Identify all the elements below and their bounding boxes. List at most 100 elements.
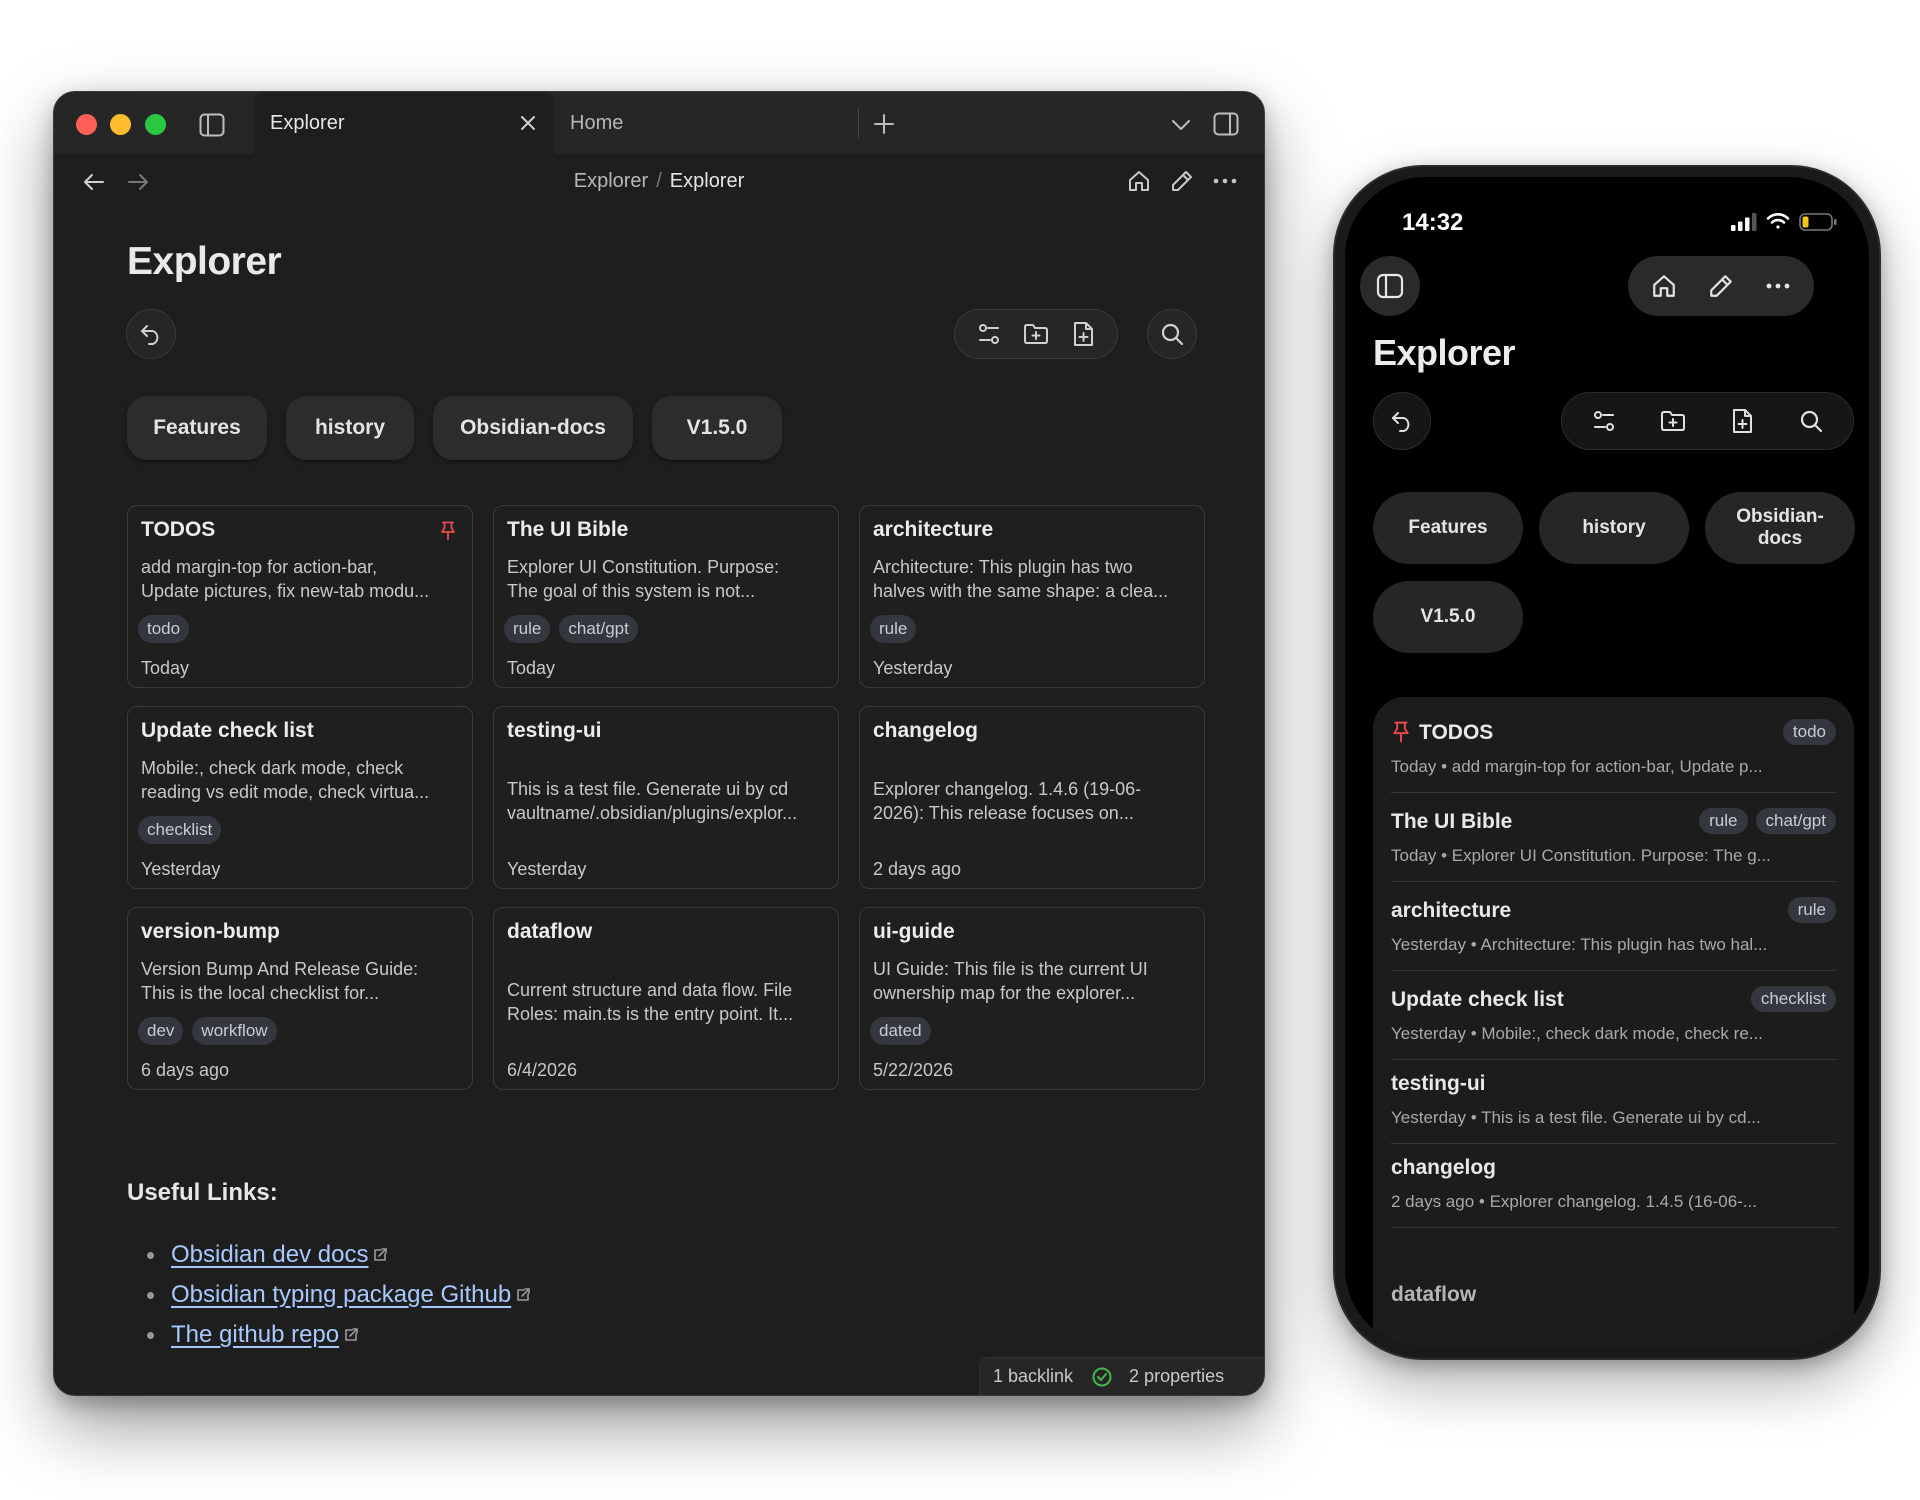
note-excerpt: Version Bump And Release Guide: This is t… [141, 959, 419, 1003]
tag-dated[interactable]: dated [870, 1017, 931, 1045]
new-tab-plus-icon[interactable] [870, 110, 898, 138]
breadcrumb-parent[interactable]: Explorer [574, 170, 648, 192]
tag-checklist[interactable]: checklist [1750, 986, 1836, 1012]
breadcrumb-current[interactable]: Explorer [670, 170, 744, 192]
properties-count[interactable]: 2 properties [1129, 1366, 1224, 1387]
undo-icon[interactable] [1373, 392, 1431, 450]
note-card[interactable]: Update check list Mobile:, check dark mo… [127, 706, 473, 889]
note-excerpt: Current structure and data flow. File Rol… [507, 980, 794, 1024]
more-options-icon[interactable] [1760, 268, 1796, 304]
note-card[interactable]: changelog Explorer changelog. 1.4.6 (19-… [859, 706, 1205, 889]
undo-icon[interactable] [126, 309, 176, 359]
tag-rule[interactable]: rule [870, 615, 917, 643]
new-file-icon[interactable] [1725, 404, 1759, 438]
tag-dev[interactable]: dev [138, 1017, 184, 1045]
sliders-icon[interactable] [973, 318, 1005, 350]
pencil-icon[interactable] [1167, 166, 1197, 196]
external-link[interactable]: Obsidian typing package Github [171, 1281, 511, 1309]
maximize-window-button[interactable] [145, 114, 166, 135]
note-title: Update check list [1391, 988, 1564, 1011]
folder-pill-features[interactable]: Features [1373, 492, 1523, 564]
tab-explorer[interactable]: Explorer [254, 92, 554, 154]
chevron-down-icon[interactable] [1168, 112, 1194, 138]
pin-icon[interactable] [438, 520, 458, 542]
tab-label: Explorer [270, 112, 345, 134]
list-item[interactable]: Update check list checklist Yesterday • … [1391, 976, 1836, 1060]
search-icon[interactable] [1794, 404, 1828, 438]
note-subtitle: 2 days ago • Explorer changelog. 1.4.5 (… [1391, 1192, 1758, 1211]
list-item[interactable]: The UI Bible rule chat/gpt Today • Explor… [1391, 798, 1836, 882]
home-icon[interactable] [1646, 268, 1682, 304]
external-link-icon [342, 1326, 360, 1344]
sync-check-icon[interactable] [1091, 1366, 1113, 1388]
tag-todo[interactable]: todo [138, 615, 190, 643]
external-link[interactable]: Obsidian dev docs [171, 1241, 368, 1269]
cellular-signal-icon [1729, 212, 1759, 232]
link-list-item: The github repo [147, 1321, 360, 1349]
list-item[interactable]: TODOS todo Today • add margin-top for ac… [1391, 709, 1836, 793]
tag-workflow[interactable]: workflow [192, 1017, 277, 1045]
list-item[interactable]: testing-ui Yesterday • This is a test fi… [1391, 1060, 1836, 1144]
new-folder-icon[interactable] [1020, 318, 1052, 350]
note-title: TODOS [141, 518, 216, 541]
sliders-icon[interactable] [1587, 404, 1621, 438]
note-excerpt: Architecture: This plugin has two halves … [873, 557, 1169, 601]
note-subtitle: Yesterday • This is a test file. Generat… [1391, 1108, 1761, 1127]
folder-pill-features[interactable]: Features [127, 396, 267, 460]
note-date: Yesterday [507, 859, 587, 879]
list-item[interactable]: changelog 2 days ago • Explorer changelo… [1391, 1144, 1836, 1228]
folder-pill-v1-5-0[interactable]: V1.5.0 [1373, 581, 1523, 653]
note-title: TODOS [1419, 721, 1494, 744]
note-title: The UI Bible [507, 518, 629, 541]
sidebar-toggle-icon[interactable] [197, 110, 227, 140]
tag-checklist[interactable]: checklist [138, 816, 222, 844]
note-card[interactable]: ui-guide UI Guide: This file is the curr… [859, 907, 1205, 1090]
note-card[interactable]: architecture Architecture: This plugin h… [859, 505, 1205, 688]
right-sidebar-toggle-icon[interactable] [1211, 109, 1241, 139]
note-card[interactable]: dataflow Current structure and data flow… [493, 907, 839, 1090]
search-icon[interactable] [1147, 309, 1197, 359]
tag-rule[interactable]: rule [1787, 897, 1836, 923]
tag-chat-gpt[interactable]: chat/gpt [559, 615, 638, 643]
new-file-icon[interactable] [1067, 318, 1099, 350]
close-window-button[interactable] [76, 114, 97, 135]
more-options-icon[interactable] [1210, 166, 1240, 196]
external-link[interactable]: The github repo [171, 1321, 339, 1349]
note-date: 6 days ago [141, 1060, 230, 1080]
tag-todo[interactable]: todo [1782, 719, 1836, 745]
bullet [147, 1251, 154, 1259]
folder-pill-v1-5-0[interactable]: V1.5.0 [652, 396, 782, 460]
folder-pill-history[interactable]: history [1539, 492, 1689, 564]
note-card[interactable]: version-bump Version Bump And Release Gu… [127, 907, 473, 1090]
pencil-icon[interactable] [1703, 268, 1739, 304]
note-date: 5/22/2026 [873, 1060, 954, 1080]
pin-icon[interactable] [1391, 721, 1411, 743]
partial-list-item-title[interactable]: dataflow [1391, 1283, 1476, 1307]
tab-home[interactable]: Home [556, 92, 856, 154]
note-title: dataflow [507, 920, 593, 943]
link-list-item: Obsidian typing package Github [147, 1281, 532, 1309]
tag-rule[interactable]: rule [1699, 808, 1748, 834]
sidebar-toggle-icon[interactable] [1360, 256, 1420, 316]
wifi-icon [1765, 210, 1791, 232]
navigation-bar: Explorer / Explorer [54, 154, 1264, 210]
backlink-count[interactable]: 1 backlink [993, 1366, 1073, 1387]
folder-pill-obsidian-docs[interactable]: Obsidian-docs [1705, 492, 1855, 564]
note-subtitle: Today • add margin-top for action-bar, U… [1391, 757, 1763, 776]
tag-chat-gpt[interactable]: chat/gpt [1755, 808, 1836, 834]
tag-rule[interactable]: rule [504, 615, 551, 643]
folder-pill-obsidian-docs[interactable]: Obsidian-docs [433, 396, 633, 460]
mobile-header-actions [1628, 256, 1814, 316]
folder-pill-history[interactable]: history [286, 396, 414, 460]
list-item[interactable]: architecture rule Yesterday • Architectu… [1391, 887, 1836, 971]
note-card[interactable]: TODOS add margin-top for action-bar, Upda… [127, 505, 473, 688]
note-subtitle: Yesterday • Mobile:, check dark mode, ch… [1391, 1024, 1763, 1043]
note-card[interactable]: The UI Bible Explorer UI Constitution. P… [493, 505, 839, 688]
close-tab-icon[interactable] [516, 111, 540, 135]
breadcrumb-separator: / [656, 170, 662, 192]
minimize-window-button[interactable] [110, 114, 131, 135]
new-folder-icon[interactable] [1656, 404, 1690, 438]
home-icon[interactable] [1124, 166, 1154, 196]
note-date: Today [507, 658, 556, 678]
note-card[interactable]: testing-ui This is a test file. Generate… [493, 706, 839, 889]
